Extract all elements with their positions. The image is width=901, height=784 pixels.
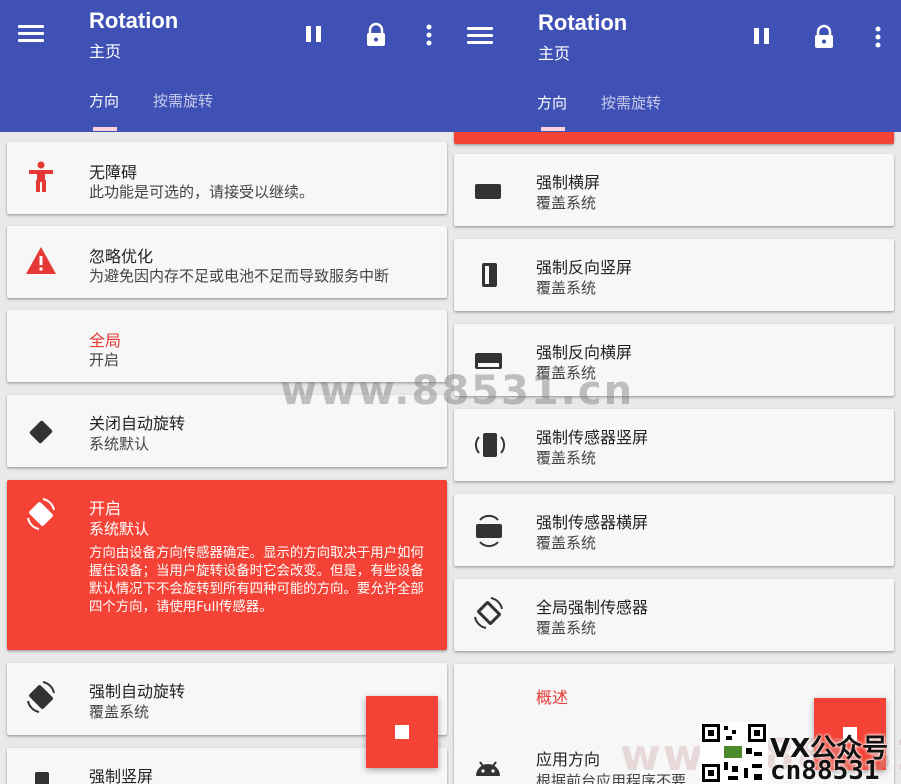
item-subtitle: 为避免因内存不足或电池不足而导致服务中断 [89, 267, 390, 285]
pause-icon[interactable] [748, 22, 778, 52]
item-title: 全局强制传感器 [536, 598, 649, 617]
item-title: 关闭自动旋转 [89, 414, 186, 433]
accessibility-icon [25, 160, 61, 196]
sensor-portrait-icon [472, 429, 508, 465]
item-title: 强制传感器竖屏 [536, 428, 649, 447]
app-bar: Rotation 主页 方向 按需旋转 [449, 0, 901, 132]
page-subtitle: 主页 [538, 44, 571, 63]
list-item[interactable]: 全局强制传感器 覆盖系统 [454, 579, 894, 651]
item-title: 忽略优化 [89, 247, 154, 266]
more-vert-icon[interactable] [414, 20, 444, 50]
item-title: 强制反向横屏 [536, 343, 633, 362]
watermark-text: www.88531.cn [280, 368, 635, 414]
list-item[interactable]: 忽略优化 为避免因内存不足或电池不足而导致服务中断 [7, 226, 447, 298]
screen-rotation-icon [25, 681, 61, 717]
menu-icon[interactable] [467, 22, 495, 44]
item-title: 强制竖屏 [89, 767, 154, 784]
item-subtitle: 覆盖系统 [536, 534, 597, 552]
list-item[interactable]: 强制传感器横屏 覆盖系统 [454, 494, 894, 566]
pause-icon[interactable] [300, 20, 330, 50]
list-item-selected[interactable]: 开启 系统默认 方向由设备方向传感器确定。显示的方向取决于用户如何握住设备；当用… [7, 480, 447, 650]
tab-on-demand-rotation[interactable]: 按需旋转 [601, 92, 661, 113]
reverse-portrait-icon [472, 259, 508, 295]
tab-orientation[interactable]: 方向 [89, 90, 119, 111]
screen-rotation-off-icon [25, 415, 61, 451]
item-subtitle: 覆盖系统 [536, 449, 597, 467]
section-header: 概述 [536, 688, 569, 707]
item-title: 全局 [89, 331, 122, 350]
item-title: 应用方向 [536, 750, 601, 769]
tab-indicator [93, 127, 117, 131]
item-title: 强制横屏 [536, 173, 601, 192]
list-item[interactable]: 无障碍 此功能是可选的，请接受以继续。 [7, 142, 447, 214]
tab-indicator [541, 127, 565, 131]
sensor-landscape-icon [472, 514, 508, 550]
item-title: 开启 [89, 499, 122, 518]
item-title: 强制传感器横屏 [536, 513, 649, 532]
portrait-icon [25, 768, 61, 784]
list-item[interactable]: 强制横屏 覆盖系统 [454, 154, 894, 226]
lock-icon[interactable] [809, 22, 839, 52]
full-sensor-icon [472, 597, 508, 633]
item-subtitle: 系统默认 [89, 435, 150, 453]
tab-on-demand-rotation[interactable]: 按需旋转 [153, 90, 213, 111]
qr-code-image [700, 722, 768, 784]
item-description: 方向由设备方向传感器确定。显示的方向取决于用户如何握住设备；当用户旋转设备时它会… [89, 546, 424, 615]
item-subtitle: 此功能是可选的，请接受以继续。 [89, 183, 315, 201]
item-title: 强制自动旋转 [89, 682, 186, 701]
watermark-vx-id: cn88531 [770, 756, 880, 784]
list-item[interactable]: 强制传感器竖屏 覆盖系统 [454, 409, 894, 481]
item-subtitle: 覆盖系统 [536, 194, 597, 212]
item-title: 无障碍 [89, 163, 138, 182]
item-subtitle: 开启 [89, 351, 120, 369]
menu-icon[interactable] [18, 22, 46, 44]
app-title: Rotation [89, 8, 179, 33]
tab-orientation[interactable]: 方向 [537, 92, 567, 113]
screenshot-root: Rotation 主页 方向 按需旋转 无障碍 此功能是可选的，请接受以继续。 … [0, 0, 901, 784]
more-vert-icon[interactable] [863, 22, 893, 52]
app-title: Rotation [538, 10, 628, 35]
item-subtitle: 覆盖系统 [89, 703, 150, 721]
item-subtitle: 覆盖系统 [536, 619, 597, 637]
item-title: 强制反向竖屏 [536, 258, 633, 277]
item-subtitle: 覆盖系统 [536, 279, 597, 297]
list-item[interactable]: 强制反向竖屏 覆盖系统 [454, 239, 894, 311]
screen-rotation-icon [25, 498, 61, 534]
item-subtitle: 系统默认 [89, 520, 150, 538]
app-bar: Rotation 主页 方向 按需旋转 [0, 0, 452, 132]
warning-icon [25, 244, 61, 280]
stop-icon [395, 725, 409, 739]
landscape-icon [472, 174, 508, 210]
stop-fab-button[interactable] [366, 696, 438, 768]
android-icon [472, 750, 508, 784]
lock-icon[interactable] [361, 20, 391, 50]
page-subtitle: 主页 [89, 42, 122, 61]
